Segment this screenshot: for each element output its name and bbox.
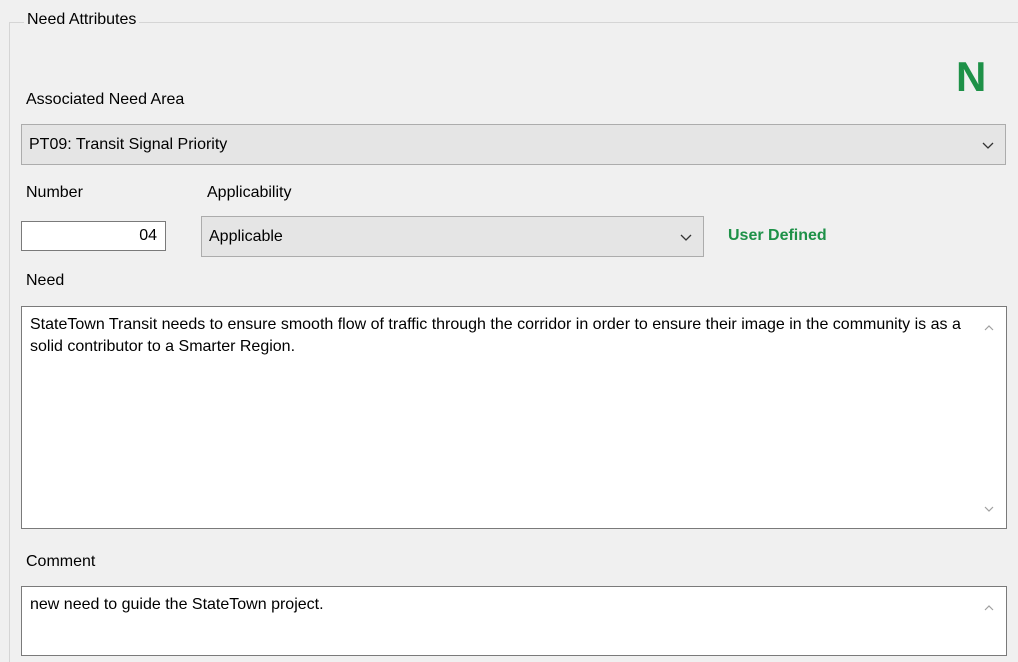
applicability-value: Applicable (209, 227, 283, 245)
need-area-label: Associated Need Area (26, 91, 185, 108)
user-defined-status: User Defined (728, 227, 827, 244)
chevron-down-icon[interactable] (980, 137, 996, 153)
number-input[interactable]: 04 (21, 221, 166, 251)
comment-label: Comment (26, 553, 96, 570)
need-text: StateTown Transit needs to ensure smooth… (30, 316, 961, 355)
scroll-down-icon[interactable] (982, 502, 996, 516)
applicability-label: Applicability (207, 184, 292, 201)
need-textarea[interactable]: StateTown Transit needs to ensure smooth… (21, 306, 1007, 529)
scroll-up-icon[interactable] (982, 601, 996, 615)
need-area-dropdown[interactable]: PT09: Transit Signal Priority (21, 124, 1006, 165)
scroll-up-icon[interactable] (982, 321, 996, 335)
chevron-down-icon[interactable] (678, 229, 694, 245)
number-label: Number (26, 184, 83, 201)
need-badge: N (956, 53, 987, 100)
group-title: Need Attributes (24, 11, 140, 29)
need-area-value: PT09: Transit Signal Priority (29, 135, 228, 153)
applicability-dropdown[interactable]: Applicable (201, 216, 704, 257)
need-label: Need (26, 272, 65, 289)
comment-textarea[interactable]: new need to guide the StateTown project. (21, 586, 1007, 656)
comment-text: new need to guide the StateTown project. (30, 596, 324, 613)
